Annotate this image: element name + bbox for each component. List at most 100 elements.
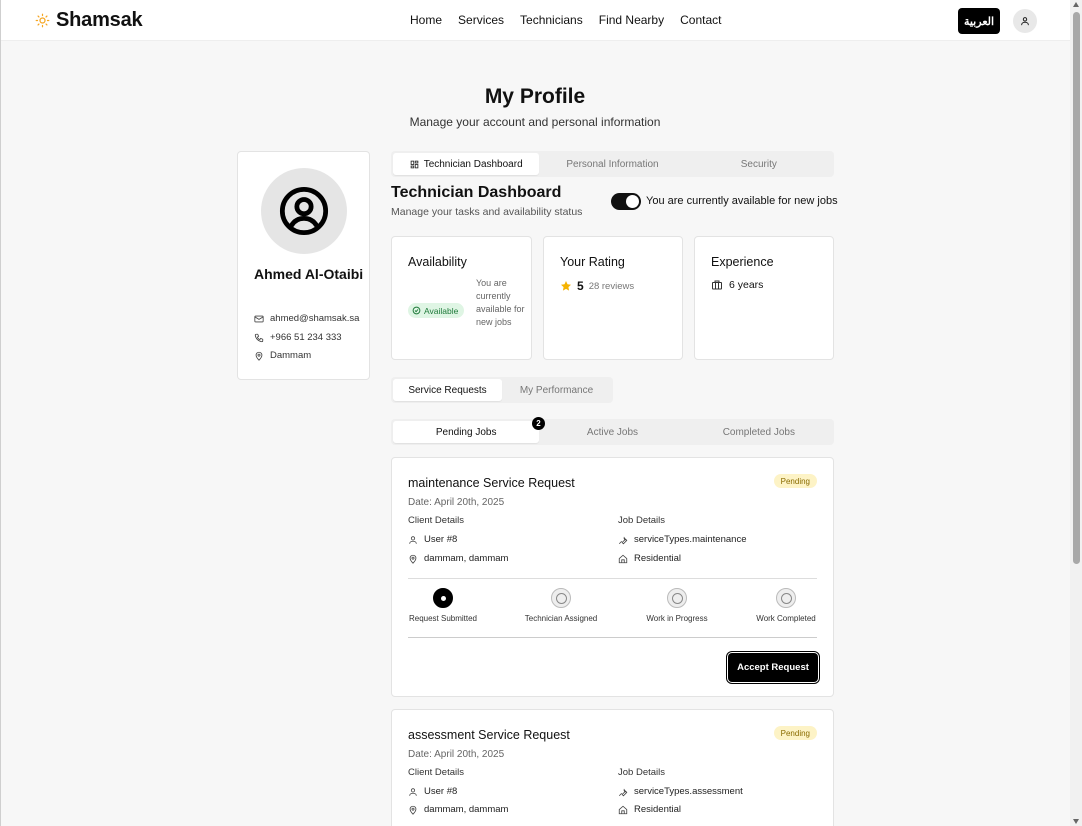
- map-pin-icon: [409, 554, 417, 564]
- wrench-icon: [618, 788, 628, 796]
- user-menu-button[interactable]: [1013, 9, 1037, 33]
- job-service-type-text: serviceTypes.assessment: [634, 786, 743, 797]
- job-tabs: Pending Jobs Active Jobs Completed Jobs: [391, 419, 834, 445]
- availability-text: You are currently available for new jobs: [476, 278, 525, 327]
- tab-active-jobs[interactable]: Active Jobs: [539, 421, 685, 443]
- request-title: assessment Service Request: [408, 728, 570, 742]
- avatar: [261, 168, 347, 254]
- step-label: Work in Progress: [646, 614, 708, 623]
- experience-row: 6 years: [711, 279, 763, 291]
- rating-card: Your Rating 5 28 reviews: [543, 236, 683, 360]
- wrench-icon: [618, 536, 628, 544]
- tab-my-performance[interactable]: My Performance: [502, 379, 611, 401]
- job-property-type: Residential: [618, 553, 681, 564]
- language-switch-button[interactable]: العربية: [958, 8, 1000, 34]
- step-label: Technician Assigned: [524, 614, 598, 623]
- nav-home[interactable]: Home: [410, 13, 442, 27]
- availability-card: Availability Available You are currently…: [391, 236, 532, 360]
- nav-technicians[interactable]: Technicians: [520, 13, 583, 27]
- user-icon: [409, 535, 417, 544]
- client-address-text: dammam, dammam: [424, 804, 509, 815]
- profile-location: Dammam: [254, 350, 311, 361]
- job-service-type: serviceTypes.assessment: [618, 786, 743, 797]
- request-card: assessment Service Request Pending Date:…: [391, 709, 834, 826]
- user-circle-icon: [279, 186, 329, 236]
- top-navbar: Shamsak Home Services Technicians Find N…: [1, 0, 1070, 41]
- request-title: maintenance Service Request: [408, 476, 575, 490]
- home-icon: [618, 805, 628, 814]
- client-details-heading: Client Details: [408, 515, 464, 526]
- section-tabs: Service Requests My Performance: [391, 377, 613, 403]
- profile-location-text: Dammam: [270, 350, 312, 361]
- step-work-in-progress: Work in Progress: [645, 588, 709, 623]
- dashboard-title: Technician Dashboard: [391, 184, 562, 201]
- tab-personal-information[interactable]: Personal Information: [539, 153, 685, 175]
- main-nav: Home Services Technicians Find Nearby Co…: [410, 13, 721, 27]
- job-property-text: Residential: [634, 804, 681, 815]
- pending-count-badge: 2: [532, 417, 545, 430]
- nav-services[interactable]: Services: [458, 13, 504, 27]
- profile-phone-text: +966 51 234 333: [270, 332, 342, 343]
- availability-toggle-label: You are currently available for new jobs: [646, 195, 838, 207]
- client-user: User #8: [408, 534, 457, 545]
- page-subtitle: Manage your account and personal informa…: [409, 115, 661, 129]
- step-request-submitted: Request Submitted: [408, 588, 478, 623]
- request-date: Date: April 20th, 2025: [408, 749, 505, 760]
- nav-find-nearby[interactable]: Find Nearby: [599, 13, 664, 27]
- available-badge-text: Available: [424, 305, 459, 316]
- step-label: Request Submitted: [408, 614, 478, 623]
- client-address-text: dammam, dammam: [424, 553, 509, 564]
- dashboard-subtitle: Manage your tasks and availability statu…: [391, 206, 583, 218]
- rating-value: 5: [577, 279, 584, 293]
- tab-completed-jobs[interactable]: Completed Jobs: [686, 421, 832, 443]
- scroll-down-arrow[interactable]: [1073, 819, 1079, 824]
- page-title: My Profile: [484, 85, 586, 108]
- nav-contact[interactable]: Contact: [680, 13, 721, 27]
- brand-logo[interactable]: Shamsak: [35, 9, 143, 32]
- job-property-type: Residential: [618, 804, 681, 815]
- step-technician-assigned: Technician Assigned: [524, 588, 598, 623]
- availability-title: Availability: [408, 255, 467, 269]
- home-icon: [618, 554, 628, 563]
- tab-technician-dashboard[interactable]: Technician Dashboard: [393, 153, 540, 175]
- phone-icon: [254, 333, 264, 342]
- check-circle-icon: [412, 306, 421, 315]
- brand-name: Shamsak: [56, 9, 143, 31]
- progress-steps: Request Submitted Technician Assigned Wo…: [408, 588, 817, 628]
- step-work-completed: Work Completed: [755, 588, 817, 623]
- step-dot-pending: [776, 588, 796, 608]
- client-user-text: User #8: [424, 786, 458, 797]
- sun-icon: [35, 13, 50, 28]
- step-dot-pending: [667, 588, 687, 608]
- map-pin-icon: [255, 351, 263, 361]
- page-scrollbar[interactable]: [1070, 0, 1082, 826]
- availability-toggle[interactable]: [611, 193, 641, 210]
- profile-name: Ahmed Al-Otaibi: [254, 266, 364, 282]
- client-details-heading: Client Details: [408, 767, 464, 778]
- scroll-thumb[interactable]: [1073, 12, 1080, 564]
- user-icon: [1021, 17, 1029, 26]
- tab-service-requests[interactable]: Service Requests: [393, 379, 502, 401]
- rating-reviews: 28 reviews: [588, 280, 635, 292]
- job-service-type: serviceTypes.maintenance: [618, 534, 746, 545]
- scroll-up-arrow[interactable]: [1073, 2, 1079, 7]
- briefcase-icon: [712, 280, 722, 290]
- dashboard-grid-icon: [410, 160, 418, 168]
- profile-tabs: Technician Dashboard Personal Informatio…: [391, 151, 834, 177]
- accept-request-button[interactable]: Accept Request: [728, 653, 818, 682]
- job-property-text: Residential: [634, 553, 681, 564]
- available-badge: Available: [408, 303, 465, 318]
- step-label: Work Completed: [756, 614, 816, 623]
- job-details-heading: Job Details: [618, 767, 665, 778]
- client-user-text: User #8: [424, 534, 458, 545]
- profile-phone: +966 51 234 333: [254, 332, 342, 343]
- tab-security[interactable]: Security: [686, 153, 832, 175]
- mail-icon: [254, 315, 264, 322]
- step-dot-completed: [433, 588, 453, 608]
- status-badge: Pending: [773, 474, 817, 488]
- divider: [408, 578, 817, 579]
- divider: [408, 637, 817, 638]
- profile-email-text: ahmed@shamsak.sa: [270, 313, 360, 324]
- rating-title: Your Rating: [560, 255, 625, 269]
- tab-pending-jobs[interactable]: Pending Jobs: [393, 421, 540, 443]
